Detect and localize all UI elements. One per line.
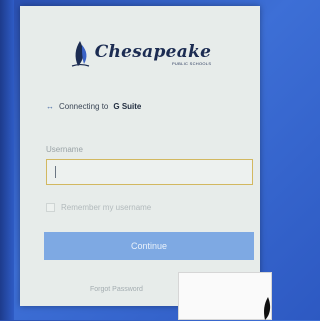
logo-name: Chesapeake bbox=[94, 41, 212, 62]
remember-username[interactable]: Remember my username bbox=[46, 203, 151, 212]
username-label: Username bbox=[46, 145, 83, 154]
connecting-prefix: Connecting to bbox=[59, 102, 109, 111]
screen-bezel bbox=[0, 0, 14, 320]
continue-button[interactable]: Continue bbox=[44, 232, 254, 260]
logo-subtitle: PUBLIC SCHOOLS bbox=[171, 60, 212, 66]
sail-logo-icon bbox=[71, 41, 89, 67]
login-card: Chesapeake PUBLIC SCHOOLS ↔ Connecting t… bbox=[20, 6, 260, 306]
logo: Chesapeake PUBLIC SCHOOLS bbox=[20, 34, 260, 74]
username-input[interactable] bbox=[46, 159, 253, 185]
connecting-status: ↔ Connecting to G Suite bbox=[46, 102, 141, 111]
arrows-icon: ↔ bbox=[46, 102, 54, 111]
remember-checkbox[interactable] bbox=[46, 203, 55, 212]
forgot-password-link[interactable]: Forgot Password bbox=[90, 286, 143, 293]
overlay-window bbox=[178, 272, 272, 320]
connecting-target: G Suite bbox=[113, 102, 142, 111]
text-caret bbox=[55, 166, 56, 178]
remember-label: Remember my username bbox=[61, 203, 152, 212]
sail-logo-icon bbox=[264, 297, 271, 320]
